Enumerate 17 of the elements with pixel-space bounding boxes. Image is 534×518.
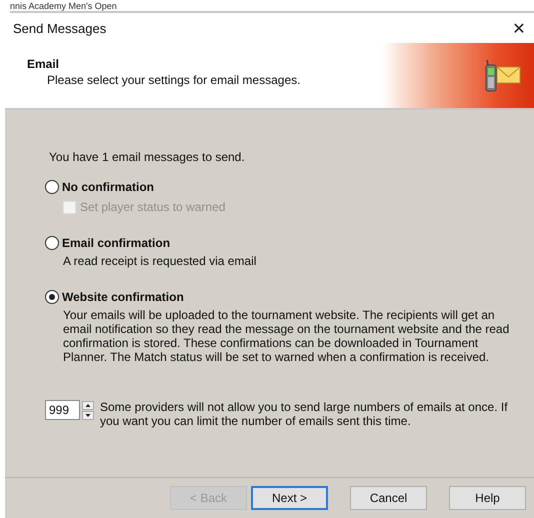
background-window-title: nnis Academy Men's Open [10, 1, 117, 11]
wizard-button[interactable]: Help [449, 486, 526, 510]
limit-note: Some providers will not allow you to send large numbers of emails at once. If you want you can limit the number of emails sent this time. [100, 400, 509, 428]
window-title: Send Messages [13, 20, 106, 36]
radio-option[interactable]: Email confirmation [45, 236, 514, 250]
option-description: A read receipt is requested via email [63, 254, 258, 268]
radio-option[interactable]: No confirmation [45, 180, 514, 194]
header-title: Email [27, 57, 60, 71]
phone-envelope-icon [484, 58, 522, 92]
radio-option[interactable]: Website confirmation [45, 290, 514, 304]
message-count-text: You have 1 email messages to send. [48, 150, 246, 164]
spin-down-icon[interactable] [82, 410, 94, 420]
wizard-button[interactable]: Cancel [350, 486, 427, 510]
option-description: Your emails will be uploaded to the tournament website. The recipients will get an email notification so they read the message on the tournament website and the read confirmation is stored. These confirmations can be downloaded in Tournament Planner. The Match status will be set to warned when a confirmation is received. [63, 308, 510, 364]
header-subtitle: Please select your settings for email messages. [46, 73, 302, 87]
wizard-button[interactable]: Next > [251, 486, 328, 510]
spin-up-icon[interactable] [82, 400, 94, 410]
